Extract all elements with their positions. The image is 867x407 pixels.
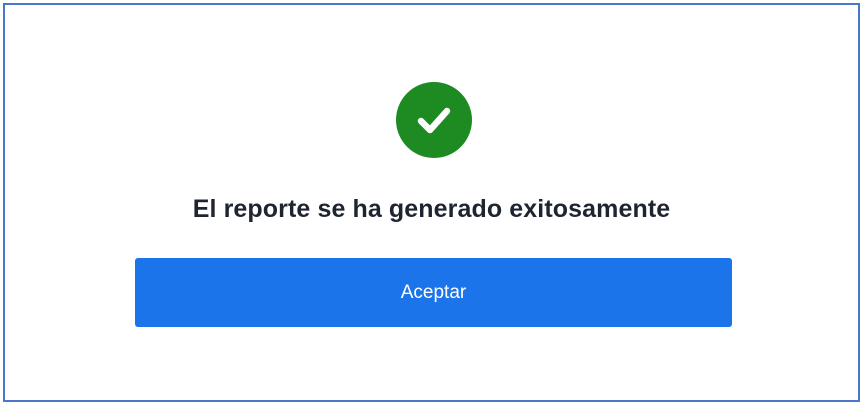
success-dialog: El reporte se ha generado exitosamente A… <box>5 5 858 400</box>
checkmark-icon <box>417 107 451 134</box>
check-circle-icon <box>396 82 472 158</box>
dialog-frame: El reporte se ha generado exitosamente A… <box>3 3 860 402</box>
success-message: El reporte se ha generado exitosamente <box>192 195 671 223</box>
accept-button[interactable]: Aceptar <box>135 258 732 327</box>
